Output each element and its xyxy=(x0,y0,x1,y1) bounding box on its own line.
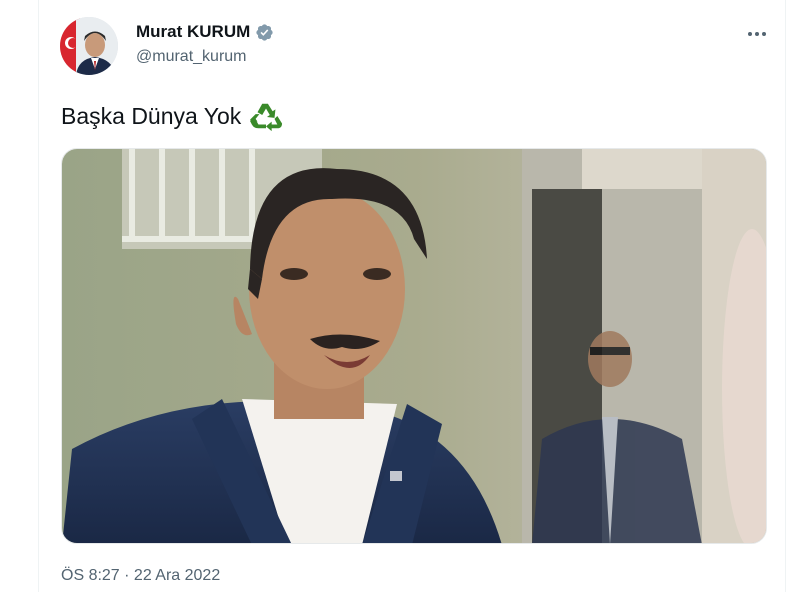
verified-badge-icon xyxy=(256,23,273,41)
tweet-text: Başka Dünya Yok xyxy=(61,102,242,129)
tweet-text-row: Başka Dünya Yok xyxy=(61,99,283,133)
author-handle[interactable]: @murat_kurum xyxy=(136,48,274,66)
author-name[interactable]: Murat KURUM xyxy=(136,22,250,42)
tweet-media-photo[interactable] xyxy=(61,148,767,544)
tweet-timestamp[interactable]: ÖS 8:27 · 22 Ara 2022 xyxy=(61,567,220,585)
more-options-icon[interactable] xyxy=(744,24,770,44)
author-info: Murat KURUM @murat_kurum xyxy=(136,21,274,66)
recycle-icon xyxy=(250,103,283,132)
author-avatar[interactable] xyxy=(60,17,118,75)
